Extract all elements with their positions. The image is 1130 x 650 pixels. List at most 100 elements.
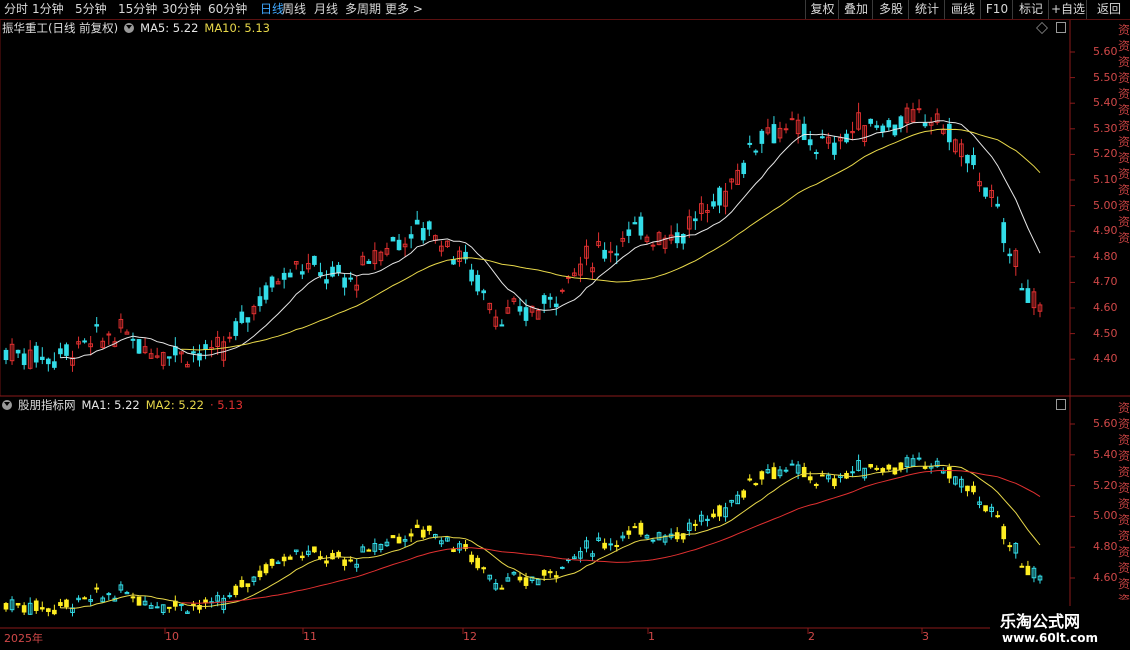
- main-candle: [203, 344, 208, 350]
- sub-candle: [523, 577, 529, 586]
- sub-candle: [922, 466, 928, 469]
- x-tick-label: 2: [808, 630, 815, 643]
- main-candle: [922, 122, 928, 127]
- sub-candle: [414, 524, 420, 528]
- dropdown-icon[interactable]: [2, 400, 12, 410]
- main-y-tick: 4.80: [1093, 249, 1118, 263]
- main-candle: [396, 239, 402, 251]
- toolbar-button-4[interactable]: 画线: [944, 0, 981, 19]
- sub-candle: [807, 476, 813, 481]
- ma10-line: [181, 128, 1041, 351]
- sub-candle: [801, 466, 807, 478]
- period-tab-2[interactable]: 5分钟: [75, 0, 107, 19]
- sub-candle: [771, 467, 777, 480]
- main-candle: [263, 285, 269, 300]
- period-tab-8[interactable]: 月线: [314, 0, 338, 19]
- period-tab-9[interactable]: 多周期: [345, 0, 381, 19]
- sub-candle: [759, 471, 765, 480]
- main-candle: [390, 236, 396, 242]
- x-tick-label: 1: [648, 630, 655, 643]
- main-candle: [15, 349, 21, 354]
- toolbar-button-5[interactable]: F10: [980, 0, 1013, 19]
- sub-candle: [1019, 565, 1025, 568]
- period-tab-6[interactable]: 日线: [260, 0, 284, 19]
- period-tab-4[interactable]: 30分钟: [162, 0, 201, 19]
- main-candle: [880, 125, 886, 133]
- main-candle: [426, 221, 432, 230]
- sub-candle: [481, 567, 487, 570]
- main-candle: [789, 118, 795, 121]
- period-tab-5[interactable]: 60分钟: [208, 0, 247, 19]
- main-candle: [281, 272, 287, 280]
- sub-candle: [711, 513, 716, 518]
- main-y-tick: 5.40: [1093, 96, 1118, 110]
- main-y-tick: 5.50: [1093, 70, 1118, 84]
- period-tab-1[interactable]: 1分钟: [32, 0, 64, 19]
- sub-candle: [52, 609, 57, 615]
- toolbar-button-3[interactable]: 统计: [908, 0, 945, 19]
- main-candle: [711, 201, 716, 207]
- main-candle: [94, 324, 100, 327]
- main-candle: [330, 266, 335, 277]
- sub-candle: [130, 596, 136, 599]
- ma2-line: [181, 469, 1041, 604]
- sub-candle: [15, 602, 21, 606]
- main-candle: [614, 253, 620, 256]
- sub-candle: [287, 556, 293, 560]
- main-candle: [995, 203, 1000, 207]
- main-y-tick: 4.50: [1093, 326, 1118, 340]
- main-candle: [82, 340, 87, 343]
- ma5-label: MA5: 5.22: [140, 21, 199, 35]
- sub-candle: [874, 467, 880, 470]
- stock-name[interactable]: 振华重工(日线 前复权): [2, 21, 118, 35]
- sub-candle: [832, 478, 837, 487]
- ma1-line: [60, 464, 1041, 610]
- main-candle: [674, 232, 680, 244]
- main-candle: [130, 338, 136, 341]
- main-candle: [414, 219, 420, 225]
- main-candle: [753, 150, 759, 153]
- main-candle: [366, 260, 372, 264]
- sub-title-row: 股朋指标网 MA1: 5.22 MA2: 5.22 · 5.13: [2, 397, 249, 414]
- x-tick-label: 2025年: [4, 632, 43, 645]
- toolbar-button-1[interactable]: 叠加: [838, 0, 873, 19]
- main-candle: [517, 306, 523, 312]
- main-candle: [813, 152, 819, 155]
- main-candle: [602, 249, 607, 259]
- period-tab-3[interactable]: 15分钟: [118, 0, 157, 19]
- sub-candle: [559, 566, 565, 569]
- ma5-line: [60, 120, 1041, 360]
- toolbar-button-7[interactable]: +自选: [1048, 0, 1087, 19]
- indicator-name[interactable]: 股朋指标网: [18, 398, 76, 412]
- side-info-strip-2: 资资资资资资资资资资资资资资: [1118, 401, 1130, 600]
- sub-candle: [753, 483, 759, 486]
- main-candle: [312, 255, 317, 265]
- period-tab-10[interactable]: 更多 >: [385, 0, 423, 19]
- main-y-tick: 4.70: [1093, 275, 1118, 289]
- window-icon[interactable]: [1056, 399, 1066, 410]
- toolbar-button-6[interactable]: 标记: [1012, 0, 1049, 19]
- main-candle: [832, 142, 837, 155]
- sub-candle: [136, 596, 142, 606]
- main-candle: [191, 351, 196, 354]
- period-tab-0[interactable]: 分时: [4, 0, 28, 19]
- sub-candle: [336, 551, 341, 558]
- toolbar-button-2[interactable]: 多股: [872, 0, 909, 19]
- main-candle: [21, 353, 27, 366]
- sub-candle: [674, 532, 680, 540]
- sub-candle: [971, 485, 976, 493]
- watermark-url: www.60lt.com: [1002, 631, 1099, 645]
- toolbar-button-8[interactable]: 返回: [1086, 0, 1130, 19]
- sub-y-tick: 5.40: [1093, 447, 1118, 461]
- period-tab-7[interactable]: 周线: [282, 0, 306, 19]
- main-candle: [916, 108, 922, 111]
- sub-candle: [191, 603, 196, 606]
- dropdown-icon[interactable]: [124, 23, 135, 33]
- x-tick-label: 3: [922, 630, 929, 643]
- main-candle: [632, 222, 638, 225]
- main-candle: [1025, 288, 1031, 303]
- toolbar-button-0[interactable]: 复权: [805, 0, 839, 19]
- main-candle: [807, 139, 813, 146]
- main-candle: [269, 276, 275, 288]
- window-icon[interactable]: [1056, 22, 1066, 33]
